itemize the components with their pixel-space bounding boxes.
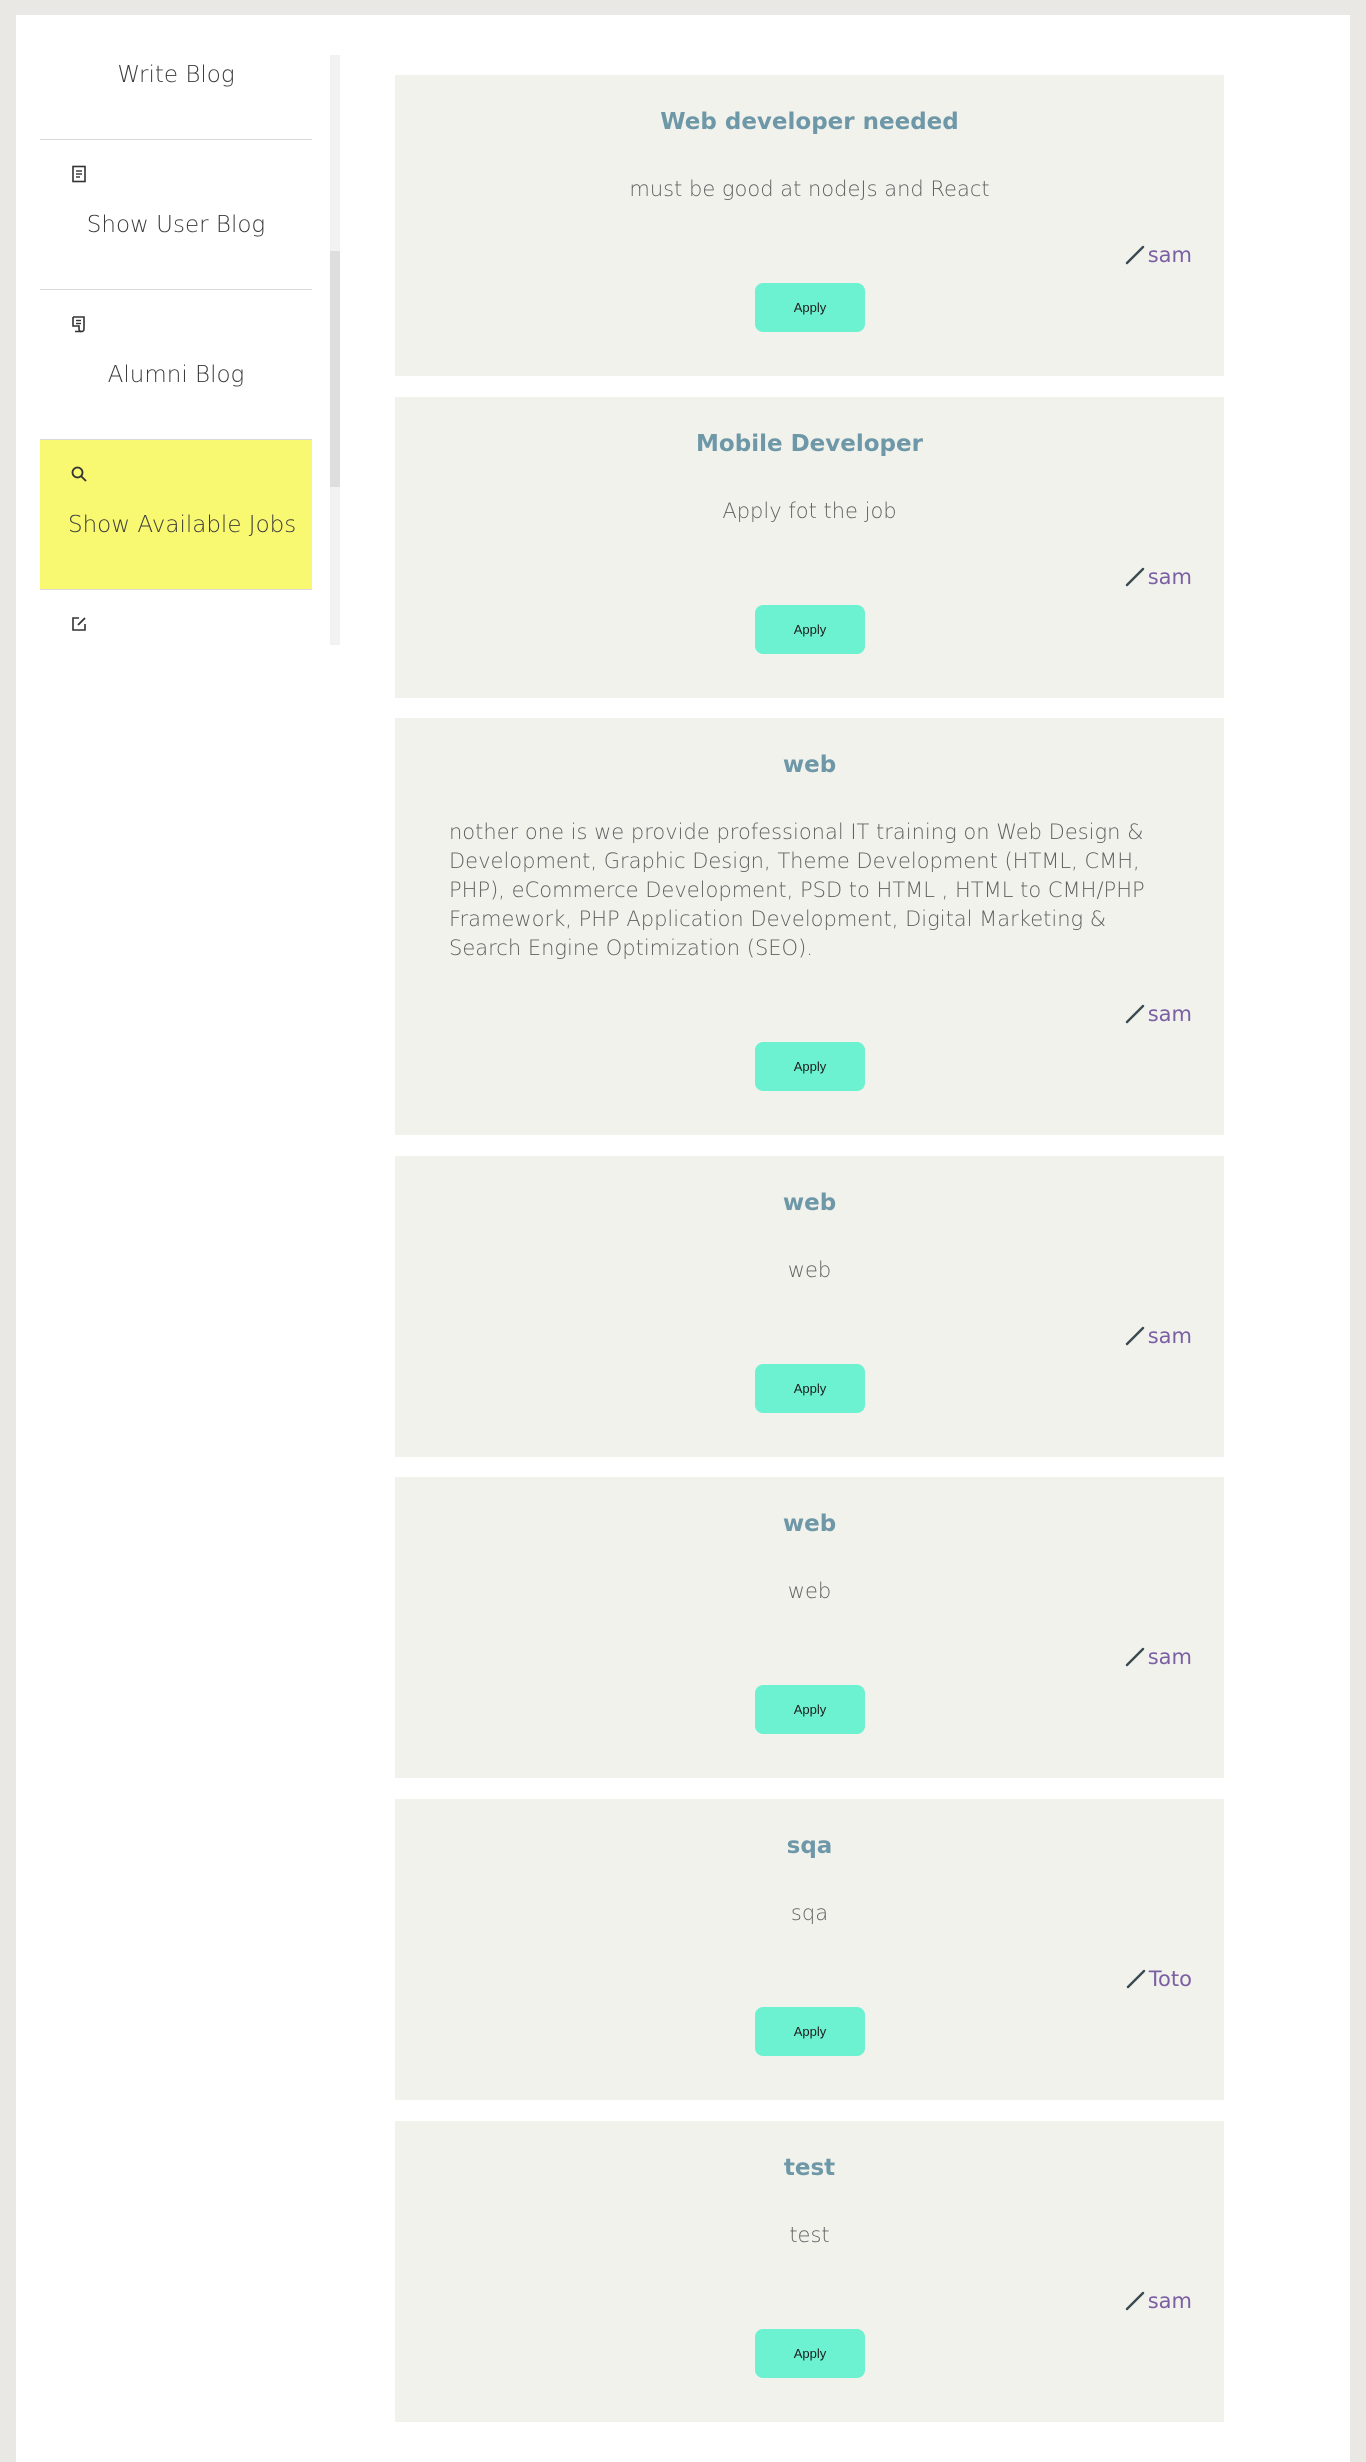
job-author-name: sam	[1147, 243, 1192, 267]
job-description: test	[789, 2223, 830, 2247]
job-description: web	[787, 1258, 832, 1282]
sidebar-item-label: Alumni Blog	[107, 362, 245, 388]
apply-button[interactable]: Apply	[755, 2007, 865, 2056]
job-card: web web sam Apply	[395, 1477, 1224, 1778]
job-title: web	[782, 1190, 837, 1216]
apply-button[interactable]: Apply	[755, 1364, 865, 1413]
sidebar-item-label: Show User Blog	[86, 212, 266, 238]
job-author: sam	[1124, 1645, 1192, 1669]
sidebar-scrollbar-thumb[interactable]	[330, 251, 340, 487]
job-title: Mobile Developer	[696, 431, 923, 457]
job-title: Web developer needed	[660, 109, 959, 135]
pen-icon	[1124, 2290, 1146, 2312]
pen-icon	[1124, 1003, 1146, 1025]
job-author: sam	[1124, 243, 1192, 267]
edit-square-icon	[70, 615, 88, 633]
page-container: Write Blog Show User Blog Alumni Blog Sh…	[16, 15, 1350, 2462]
sidebar-item-label: Write Blog	[117, 62, 235, 88]
job-description: must be good at nodeJs and React	[629, 177, 990, 201]
sidebar-item-show-available-jobs[interactable]: Show Available Jobs	[40, 440, 312, 590]
pen-icon	[1125, 1968, 1147, 1990]
job-description: Apply fot the job	[722, 499, 897, 523]
job-description: sqa	[790, 1901, 829, 1925]
job-author-name: sam	[1147, 1324, 1192, 1348]
sidebar-list: Write Blog Show User Blog Alumni Blog Sh…	[40, 55, 312, 645]
pen-icon	[1124, 1646, 1146, 1668]
job-author: Toto	[1125, 1967, 1192, 1991]
apply-button[interactable]: Apply	[755, 605, 865, 654]
job-title: web	[782, 752, 837, 778]
pen-icon	[1124, 1325, 1146, 1347]
newspaper-icon	[70, 315, 88, 333]
pen-icon	[1124, 244, 1146, 266]
sidebar: Write Blog Show User Blog Alumni Blog Sh…	[40, 55, 312, 645]
pen-icon	[1124, 566, 1146, 588]
search-icon	[70, 465, 88, 483]
job-author: sam	[1124, 1324, 1192, 1348]
job-title: test	[783, 2155, 836, 2181]
job-author: sam	[1124, 1002, 1192, 1026]
job-author-name: sam	[1147, 2289, 1192, 2313]
document-icon	[70, 165, 88, 183]
job-card: sqa sqa Toto Apply	[395, 1799, 1224, 2100]
sidebar-item-show-user-blog[interactable]: Show User Blog	[40, 140, 312, 290]
apply-button[interactable]: Apply	[755, 283, 865, 332]
job-author-name: sam	[1147, 1645, 1192, 1669]
sidebar-item-write-blog[interactable]: Write Blog	[40, 55, 312, 140]
job-author: sam	[1124, 2289, 1192, 2313]
apply-button[interactable]: Apply	[755, 1685, 865, 1734]
job-author-name: sam	[1147, 1002, 1192, 1026]
job-author-name: sam	[1147, 565, 1192, 589]
job-card: test test sam Apply	[395, 2121, 1224, 2422]
job-card: web web sam Apply	[395, 1156, 1224, 1457]
job-description: nother one is we provide professional IT…	[449, 820, 1145, 960]
job-card: Web developer needed must be good at nod…	[395, 75, 1224, 376]
job-card: web nother one is we provide professiona…	[395, 718, 1224, 1135]
apply-button[interactable]: Apply	[755, 1042, 865, 1091]
sidebar-item-label: Show Available Jobs	[68, 512, 297, 538]
job-title: web	[782, 1511, 837, 1537]
job-description: web	[787, 1579, 832, 1603]
apply-button[interactable]: Apply	[755, 2329, 865, 2378]
sidebar-scrollbar[interactable]	[330, 55, 340, 645]
job-card: Mobile Developer Apply fot the job sam A…	[395, 397, 1224, 698]
job-author: sam	[1124, 565, 1192, 589]
sidebar-item-alumni-blog[interactable]: Alumni Blog	[40, 290, 312, 440]
job-author-name: Toto	[1148, 1967, 1192, 1991]
job-title: sqa	[786, 1833, 833, 1859]
sidebar-item-edit[interactable]	[40, 590, 312, 645]
